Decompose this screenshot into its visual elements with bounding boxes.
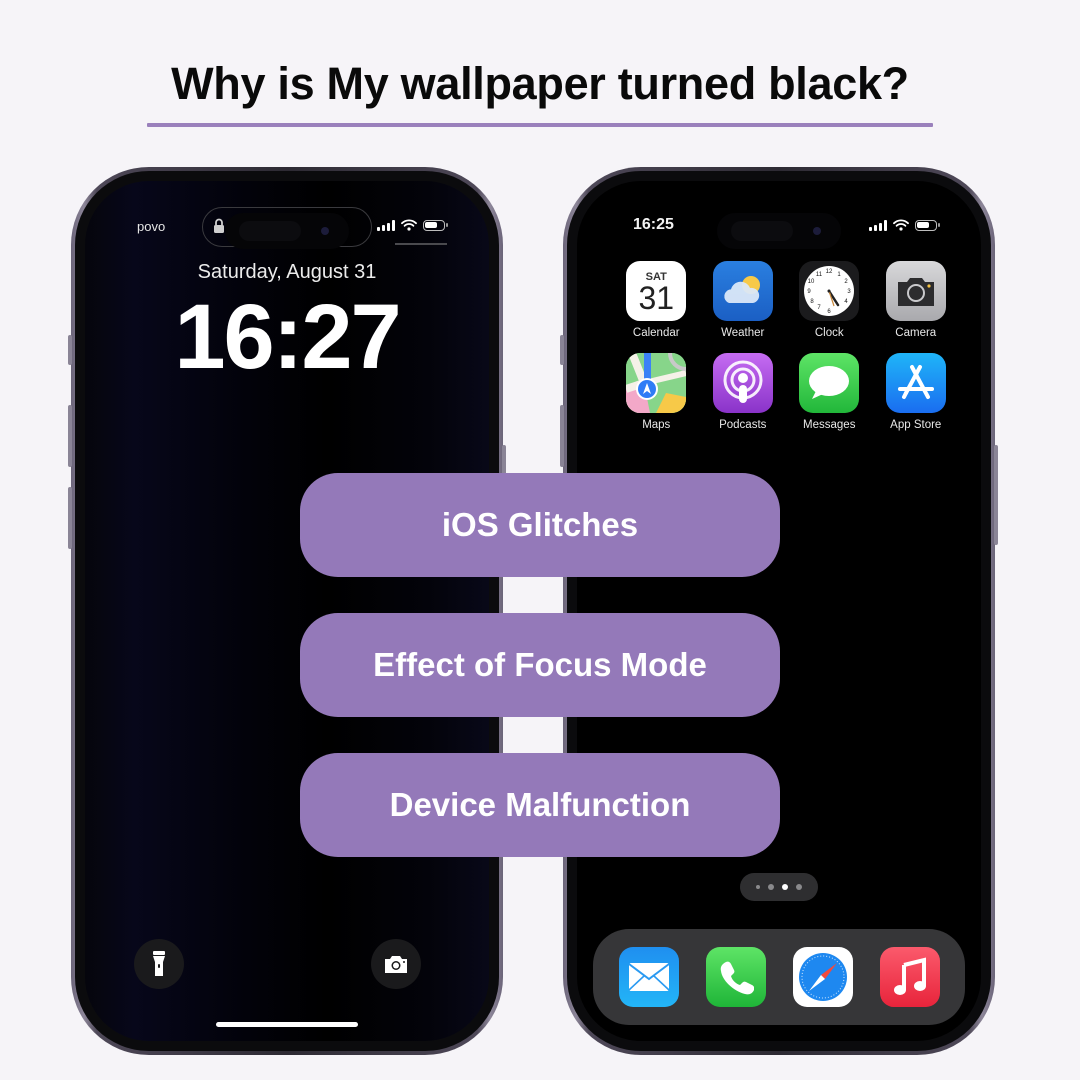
- action-button: [560, 335, 564, 365]
- maps-icon: [626, 353, 687, 413]
- volume-up-button: [560, 405, 564, 467]
- home-screen: 16:25 SAT 31 Calendar Weather 12 1 2 3 4…: [577, 181, 981, 1041]
- clock-icon: 12 1 2 3 4 10 11 9 8 76: [799, 261, 860, 321]
- lock-screen-phone: povo Saturday, August 31 16:27: [68, 167, 506, 1055]
- mail-icon[interactable]: [618, 947, 679, 1007]
- app-label: Messages: [803, 419, 856, 431]
- flashlight-button[interactable]: [134, 939, 184, 989]
- page-dot[interactable]: [756, 885, 760, 889]
- app-clock[interactable]: 12 1 2 3 4 10 11 9 8 76 Clock: [786, 261, 873, 339]
- status-time: 16:25: [633, 216, 674, 233]
- app-label: Maps: [642, 419, 671, 431]
- app-label: App Store: [890, 419, 942, 431]
- app-calendar[interactable]: SAT 31 Calendar: [613, 261, 700, 339]
- app-store-icon: [885, 353, 946, 413]
- home-indicator[interactable]: [216, 1022, 358, 1027]
- home-screen-phone: 16:25 SAT 31 Calendar Weather 12 1 2 3 4…: [560, 167, 998, 1055]
- carrier-label: povo: [137, 219, 166, 234]
- reason-ios-glitches: iOS Glitches: [300, 473, 780, 577]
- page-dot[interactable]: [768, 884, 774, 890]
- podcasts-icon: [712, 353, 773, 413]
- lock-screen-time: 16:27: [174, 286, 401, 388]
- status-bar: 16:25: [577, 209, 981, 249]
- dynamic-island: [225, 213, 349, 249]
- calendar-date: 31: [638, 280, 675, 316]
- svg-text:11: 11: [816, 272, 823, 278]
- app-label: Calendar: [632, 327, 680, 339]
- app-weather[interactable]: Weather: [700, 261, 787, 339]
- app-podcasts[interactable]: Podcasts: [700, 353, 787, 431]
- app-grid: SAT 31 Calendar Weather 12 1 2 3 4 10 11…: [613, 261, 959, 431]
- music-icon[interactable]: [879, 947, 940, 1007]
- lock-screen-date: Saturday, August 31: [197, 261, 377, 283]
- app-label: Camera: [895, 327, 937, 339]
- app-camera[interactable]: Camera: [873, 261, 960, 339]
- app-maps[interactable]: Maps: [613, 353, 700, 431]
- page-dot-active[interactable]: [782, 884, 788, 890]
- calendar-icon: SAT 31: [626, 261, 687, 321]
- wifi-icon: [401, 219, 417, 231]
- app-label: Clock: [814, 327, 844, 339]
- safari-icon[interactable]: [792, 947, 853, 1007]
- app-label: Podcasts: [719, 419, 767, 431]
- control-center-hint[interactable]: [395, 243, 447, 245]
- dock: [593, 929, 965, 1025]
- camera-button[interactable]: [371, 939, 421, 989]
- phone-icon[interactable]: [705, 947, 766, 1007]
- page-title: Why is My wallpaper turned black?: [171, 58, 909, 109]
- app-label: Weather: [721, 327, 765, 339]
- svg-text:12: 12: [826, 269, 833, 275]
- camera-icon: [385, 956, 407, 973]
- app-app-store[interactable]: App Store: [873, 353, 960, 431]
- action-button: [68, 335, 72, 365]
- page-dot[interactable]: [796, 884, 802, 890]
- flashlight-icon: [153, 951, 165, 976]
- wifi-icon: [893, 219, 909, 231]
- signal-icon: [377, 219, 395, 231]
- volume-down-button: [68, 487, 72, 549]
- battery-icon: [915, 219, 940, 231]
- front-camera: [813, 227, 821, 235]
- reason-device-malfunction: Device Malfunction: [300, 753, 780, 857]
- dynamic-island: [717, 213, 841, 249]
- battery-icon: [423, 219, 448, 231]
- weather-icon: [712, 261, 773, 321]
- side-button: [994, 445, 998, 545]
- lock-screen: povo Saturday, August 31 16:27: [85, 181, 489, 1041]
- signal-icon: [869, 219, 887, 231]
- lock-icon: [214, 218, 224, 233]
- front-camera: [321, 227, 329, 235]
- title-underline: [147, 123, 933, 127]
- camera-icon: [885, 261, 946, 321]
- app-messages[interactable]: Messages: [786, 353, 873, 431]
- volume-up-button: [68, 405, 72, 467]
- page-indicator[interactable]: [740, 873, 818, 901]
- status-bar: povo: [85, 207, 489, 249]
- messages-icon: [799, 353, 860, 413]
- svg-text:10: 10: [808, 279, 815, 285]
- reason-focus-mode: Effect of Focus Mode: [300, 613, 780, 717]
